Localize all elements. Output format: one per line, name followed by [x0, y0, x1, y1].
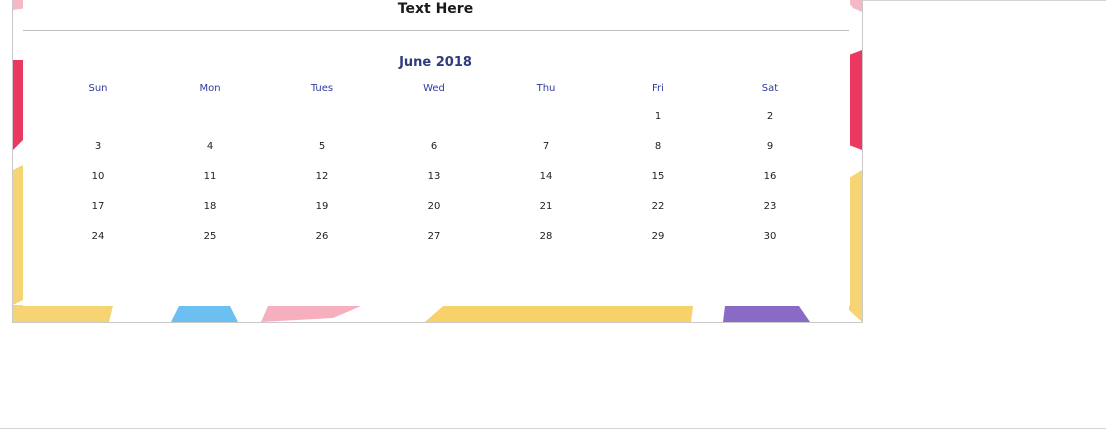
watercolor-purple-bottom	[723, 306, 810, 322]
watercolor-yellow-right	[849, 170, 862, 322]
calendar-day: 20	[427, 201, 441, 212]
calendar-day: 12	[315, 171, 329, 182]
weekday-header: Mon	[199, 83, 221, 94]
calendar-day: 3	[94, 141, 102, 152]
title-divider	[23, 30, 849, 31]
calendar-day	[154, 110, 266, 140]
calendar-day: 10	[91, 171, 105, 182]
calendar-day: 17	[91, 201, 105, 212]
calendar-day: 4	[206, 141, 214, 152]
calendar-day: 25	[203, 231, 217, 242]
calendar-day	[266, 110, 378, 140]
slide-workspace: Text Here June 2018 Sun Mon Tues Wed Thu…	[0, 0, 1106, 429]
calendar-day	[490, 110, 602, 140]
calendar-day: 22	[651, 201, 665, 212]
calendar-week-row: 1 2	[42, 110, 828, 140]
calendar-slide[interactable]: Text Here June 2018 Sun Mon Tues Wed Thu…	[13, 0, 862, 322]
calendar-day: 23	[763, 201, 777, 212]
calendar-day: 1	[654, 111, 662, 122]
weekday-header: Thu	[536, 83, 556, 94]
calendar-day: 29	[651, 231, 665, 242]
workspace-divider-top	[862, 0, 1106, 1]
calendar-day: 24	[91, 231, 105, 242]
watercolor-yellow-bottom	[425, 306, 693, 322]
weekday-header: Fri	[652, 83, 664, 94]
calendar-day	[42, 110, 154, 140]
calendar-week-row: 17 18 19 20 21 22 23	[42, 200, 828, 230]
calendar-day: 5	[318, 141, 326, 152]
weekday-header: Wed	[423, 83, 445, 94]
calendar-day: 27	[427, 231, 441, 242]
calendar-week-row: 3 4 5 6 7 8 9	[42, 140, 828, 170]
calendar-day: 13	[427, 171, 441, 182]
calendar-table[interactable]: Sun Mon Tues Wed Thu Fri Sat 1 2 3 4 5 6…	[42, 82, 828, 260]
calendar-day: 8	[654, 141, 662, 152]
calendar-day: 6	[430, 141, 438, 152]
calendar-day: 9	[766, 141, 774, 152]
calendar-day: 18	[203, 201, 217, 212]
watercolor-yellow-left	[13, 165, 23, 305]
watercolor-crimson-left	[13, 60, 23, 150]
calendar-day	[378, 110, 490, 140]
calendar-week-row: 10 11 12 13 14 15 16	[42, 170, 828, 200]
calendar-day: 30	[763, 231, 777, 242]
calendar-day: 2	[766, 111, 774, 122]
watercolor-blue-bottom	[171, 306, 238, 322]
calendar-day: 19	[315, 201, 329, 212]
weekday-header: Tues	[310, 83, 334, 94]
calendar-weekday-row: Sun Mon Tues Wed Thu Fri Sat	[42, 82, 828, 100]
calendar-day: 16	[763, 171, 777, 182]
calendar-day: 26	[315, 231, 329, 242]
calendar-day: 21	[539, 201, 553, 212]
weekday-header: Sun	[88, 83, 108, 94]
calendar-day: 15	[651, 171, 665, 182]
calendar-day: 14	[539, 171, 553, 182]
slide-title[interactable]: Text Here	[13, 0, 858, 18]
calendar-day: 7	[542, 141, 550, 152]
calendar-month-title[interactable]: June 2018	[13, 55, 858, 70]
calendar-day: 11	[203, 171, 217, 182]
watercolor-yellow-bottomleft	[13, 305, 113, 322]
weekday-header: Sat	[761, 83, 779, 94]
watercolor-pink-bottom	[261, 306, 361, 322]
calendar-week-row: 24 25 26 27 28 29 30	[42, 230, 828, 260]
calendar-day: 28	[539, 231, 553, 242]
